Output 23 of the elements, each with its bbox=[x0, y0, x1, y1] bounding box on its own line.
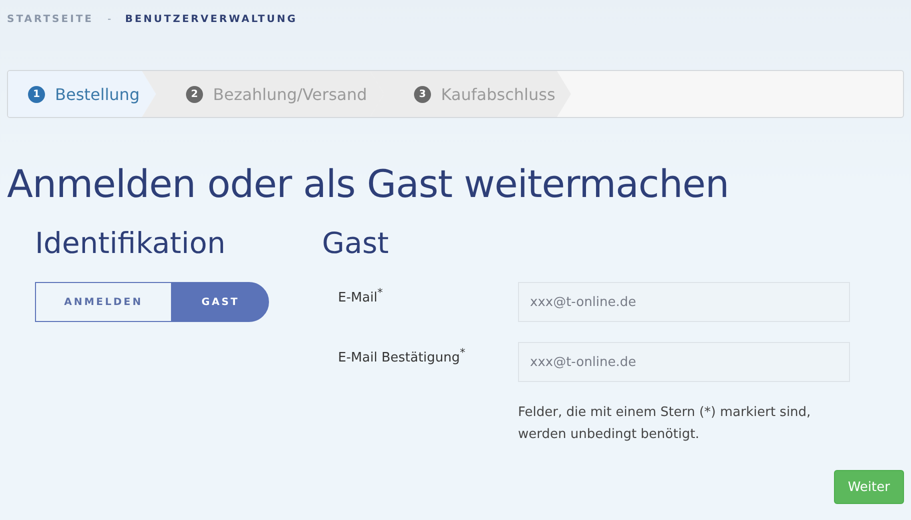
email-field[interactable]: xxx@t-online.de bbox=[518, 342, 850, 382]
field-label: E-Mail Bestätigung$^{*}$ bbox=[337, 345, 466, 368]
step-number: 3 bbox=[414, 86, 431, 102]
step-label: Bestellung bbox=[55, 84, 140, 104]
checkout-step[interactable]: 2 Bezahlung/Versand bbox=[142, 71, 384, 117]
breadcrumb-link[interactable]: STARTSEITE bbox=[7, 14, 94, 24]
checkout-step[interactable]: 1 Bestellung bbox=[8, 71, 156, 117]
field-label: E-Mail$^{*}$ bbox=[337, 285, 384, 308]
breadcrumb-separator: - bbox=[107, 14, 112, 24]
step-number: 1 bbox=[28, 86, 45, 102]
page-heading: Anmelden oder als Gast weitermachen bbox=[7, 162, 730, 206]
section-heading: Gast bbox=[322, 226, 390, 260]
step-label: Bezahlung/Versand bbox=[213, 84, 367, 104]
section-heading: Identifikation bbox=[35, 226, 226, 260]
toggle-option[interactable]: ANMELDEN bbox=[35, 282, 172, 322]
required-note: Felder, die mit einem Stern (*) markiert sind, werden unbedingt benötigt. bbox=[518, 404, 812, 444]
continue-button[interactable]: Weiter bbox=[834, 470, 904, 504]
step-label: Kaufabschluss bbox=[441, 84, 556, 104]
step-number: 2 bbox=[186, 86, 203, 102]
checkout-step[interactable]: 3 Kaufabschluss bbox=[370, 71, 571, 117]
email-field[interactable]: xxx@t-online.de bbox=[518, 282, 850, 322]
toggle-option[interactable]: GAST bbox=[172, 282, 269, 322]
breadcrumb-link[interactable]: BENUTZERVERWALTUNG bbox=[125, 14, 298, 24]
